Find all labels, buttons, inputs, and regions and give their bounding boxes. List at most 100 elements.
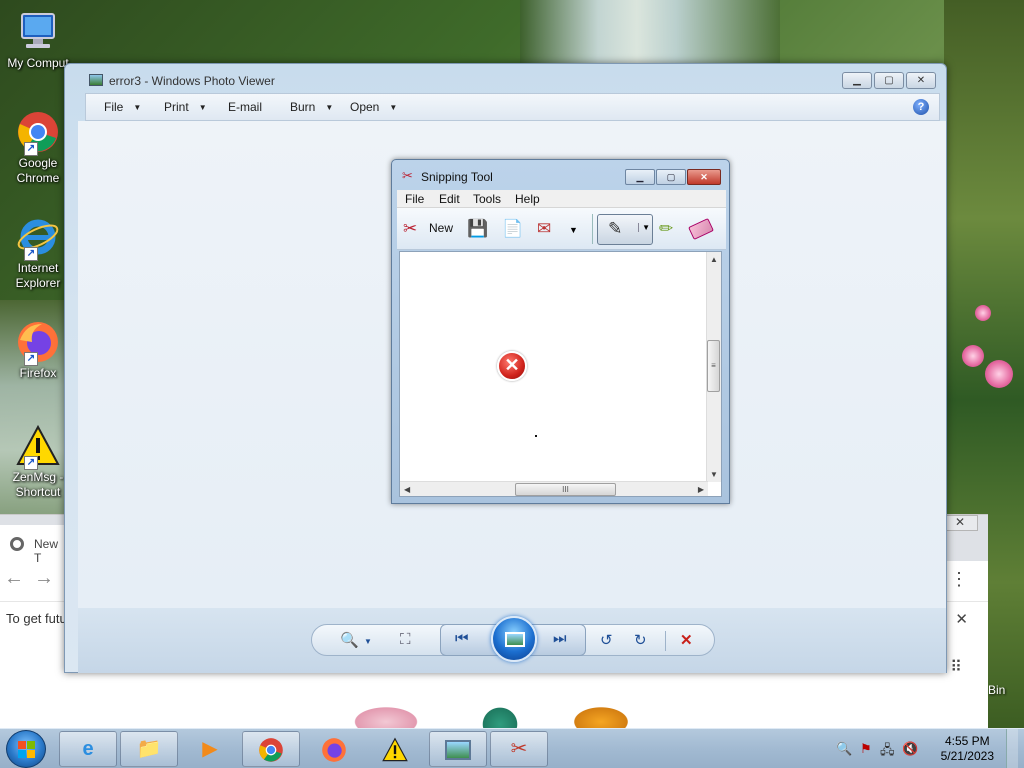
error-icon: ✕: [497, 351, 527, 381]
wallpaper-flower: [975, 305, 991, 321]
new-snip-label: New: [429, 221, 454, 235]
snipping-tool-caption-buttons: ▁ ▢ ✕: [625, 169, 721, 185]
chevron-down-icon: ▼: [638, 223, 650, 232]
menu-email[interactable]: E-mail: [228, 100, 262, 114]
pen-icon: ✎: [608, 219, 623, 238]
firefox-icon: ↗: [16, 320, 60, 366]
chrome-tab[interactable]: New T: [0, 525, 64, 565]
menu-file[interactable]: File ▼: [104, 100, 141, 114]
taskbar-snipping-tool-button[interactable]: ✂: [490, 731, 548, 767]
chevron-down-icon: ▼: [133, 103, 142, 112]
next-icon[interactable]: ⏭: [553, 630, 567, 647]
forward-arrow-icon[interactable]: →: [34, 567, 54, 590]
divider: [665, 631, 666, 651]
desktop-icon-zenmsg[interactable]: ↗ ZenMsg - Shortcut: [4, 424, 72, 500]
taskbar-ie-button[interactable]: e: [59, 731, 117, 767]
chevron-down-icon: ▼: [325, 103, 334, 112]
chrome-info-close-button[interactable]: ✕: [955, 610, 968, 628]
slideshow-button[interactable]: [491, 616, 537, 662]
close-button[interactable]: ✕: [906, 72, 936, 89]
delete-icon[interactable]: ✕: [680, 631, 693, 649]
show-desktop-button[interactable]: [1006, 729, 1018, 768]
action-center-icon[interactable]: ⚑: [860, 741, 872, 757]
ie-icon: e: [82, 738, 94, 760]
rotate-cw-icon[interactable]: ↻: [634, 631, 647, 649]
system-tray: 🔍 ⚑ 🖧 🔇 4:55 PM 5/21/2023: [828, 729, 1018, 768]
desktop-icon-my-computer[interactable]: My Comput: [4, 10, 72, 71]
ie-icon: ↗: [16, 215, 60, 261]
maximize-button[interactable]: ▢: [874, 72, 904, 89]
zoom-icon[interactable]: 🔍: [340, 631, 359, 649]
chrome-icon: [259, 738, 283, 762]
previous-icon[interactable]: ⏮: [455, 630, 469, 647]
vertical-scroll-thumb: ≡: [707, 340, 720, 392]
scroll-right-icon: ▶: [697, 485, 704, 494]
snipping-tool-toolbar: ✂ New 💾 📄 ✉ ▼ ✎ ▼ ✏: [397, 208, 726, 250]
taskbar-media-player-button[interactable]: ▶: [181, 731, 239, 767]
snip-menu-tools: Tools: [473, 192, 502, 206]
snip-menu-edit: Edit: [439, 192, 460, 206]
taskbar-zenmsg-button[interactable]: [366, 731, 424, 767]
scissors-icon: ✂: [402, 168, 413, 183]
horizontal-scrollbar: ◀ III ▶: [400, 481, 708, 496]
taskbar-explorer-button[interactable]: 📁: [120, 731, 178, 767]
rotate-ccw-icon[interactable]: ↺: [600, 631, 613, 649]
scroll-left-icon: ◀: [404, 485, 411, 494]
search-icon[interactable]: 🔍: [836, 741, 852, 757]
help-icon[interactable]: ?: [913, 99, 929, 115]
warning-icon: [382, 737, 408, 762]
clock-date: 5/21/2023: [940, 749, 994, 763]
clock-time: 4:55 PM: [944, 734, 990, 748]
minimize-button: ▁: [625, 169, 655, 185]
send-snip-icon: ✉: [537, 219, 552, 238]
menu-print[interactable]: Print ▼: [164, 100, 207, 114]
wallpaper-waterfall: [520, 0, 780, 70]
volume-muted-icon[interactable]: 🔇: [902, 741, 918, 757]
shortcut-arrow-icon: ↗: [24, 456, 38, 470]
recycle-bin-label[interactable]: Bin: [988, 683, 1005, 697]
minimize-button[interactable]: ▁: [842, 72, 872, 89]
eraser-icon: [688, 218, 714, 240]
taskbar-chrome-button[interactable]: [242, 731, 300, 767]
canvas-dot: [535, 435, 537, 437]
desktop-icon-firefox[interactable]: ↗ Firefox: [4, 320, 72, 381]
wallpaper-flower: [985, 360, 1013, 388]
chrome-close-button[interactable]: ✕: [942, 515, 978, 531]
vertical-scrollbar: ▲ ≡ ▼: [706, 252, 721, 482]
desktop-icon-label: Internet Explorer: [15, 261, 61, 290]
snip-menu-help: Help: [515, 192, 540, 206]
network-icon[interactable]: 🖧: [880, 741, 895, 763]
shortcut-arrow-icon: ↗: [24, 247, 38, 261]
start-button[interactable]: [6, 730, 46, 768]
chevron-down-icon[interactable]: ▼: [364, 637, 372, 646]
desktop-icon-label: My Comput: [7, 56, 69, 70]
menu-open[interactable]: Open ▼: [350, 100, 397, 114]
warning-icon: ↗: [16, 424, 60, 470]
photo-viewer-app-icon: [89, 74, 103, 86]
taskbar-photo-viewer-button[interactable]: [429, 731, 487, 767]
taskbar-firefox-button[interactable]: [305, 731, 363, 767]
new-snip-icon: ✂: [403, 219, 418, 238]
snipping-tool-canvas: ✕ ▲ ≡ ▼ ◀ III ▶: [399, 251, 722, 497]
snipping-tool-menubar: File Edit Tools Help: [397, 190, 726, 208]
menu-burn[interactable]: Burn ▼: [290, 100, 333, 114]
desktop-icon-internet-explorer[interactable]: ↗ Internet Explorer: [4, 215, 72, 291]
shortcut-arrow-icon: ↗: [24, 142, 38, 156]
media-player-icon: ▶: [202, 738, 218, 760]
desktop-icon-google-chrome[interactable]: ↗ Google Chrome: [4, 110, 72, 186]
photo-viewer-icon: [445, 740, 471, 760]
wallpaper-flower: [962, 345, 984, 367]
clock[interactable]: 4:55 PM 5/21/2023: [941, 734, 994, 764]
chrome-menu-button[interactable]: ⋮: [950, 569, 968, 590]
slideshow-icon: [505, 632, 525, 647]
toolbar-divider: [592, 214, 593, 244]
wallpaper-critter: [350, 705, 422, 729]
photo-viewer-menubar: File ▼ Print ▼ E-mail Burn ▼ Open ▼ ?: [85, 93, 940, 121]
actual-size-icon[interactable]: ⛶: [400, 631, 411, 648]
chrome-icon: ↗: [16, 110, 60, 156]
chrome-tab-icon: [10, 537, 24, 551]
chrome-apps-icon[interactable]: ⠿: [950, 657, 962, 677]
snipping-tool-titlebar: ✂ Snipping Tool ▁ ▢ ✕: [392, 160, 729, 188]
back-arrow-icon[interactable]: ←: [4, 567, 24, 590]
chrome-info-text: To get futu: [6, 611, 67, 626]
